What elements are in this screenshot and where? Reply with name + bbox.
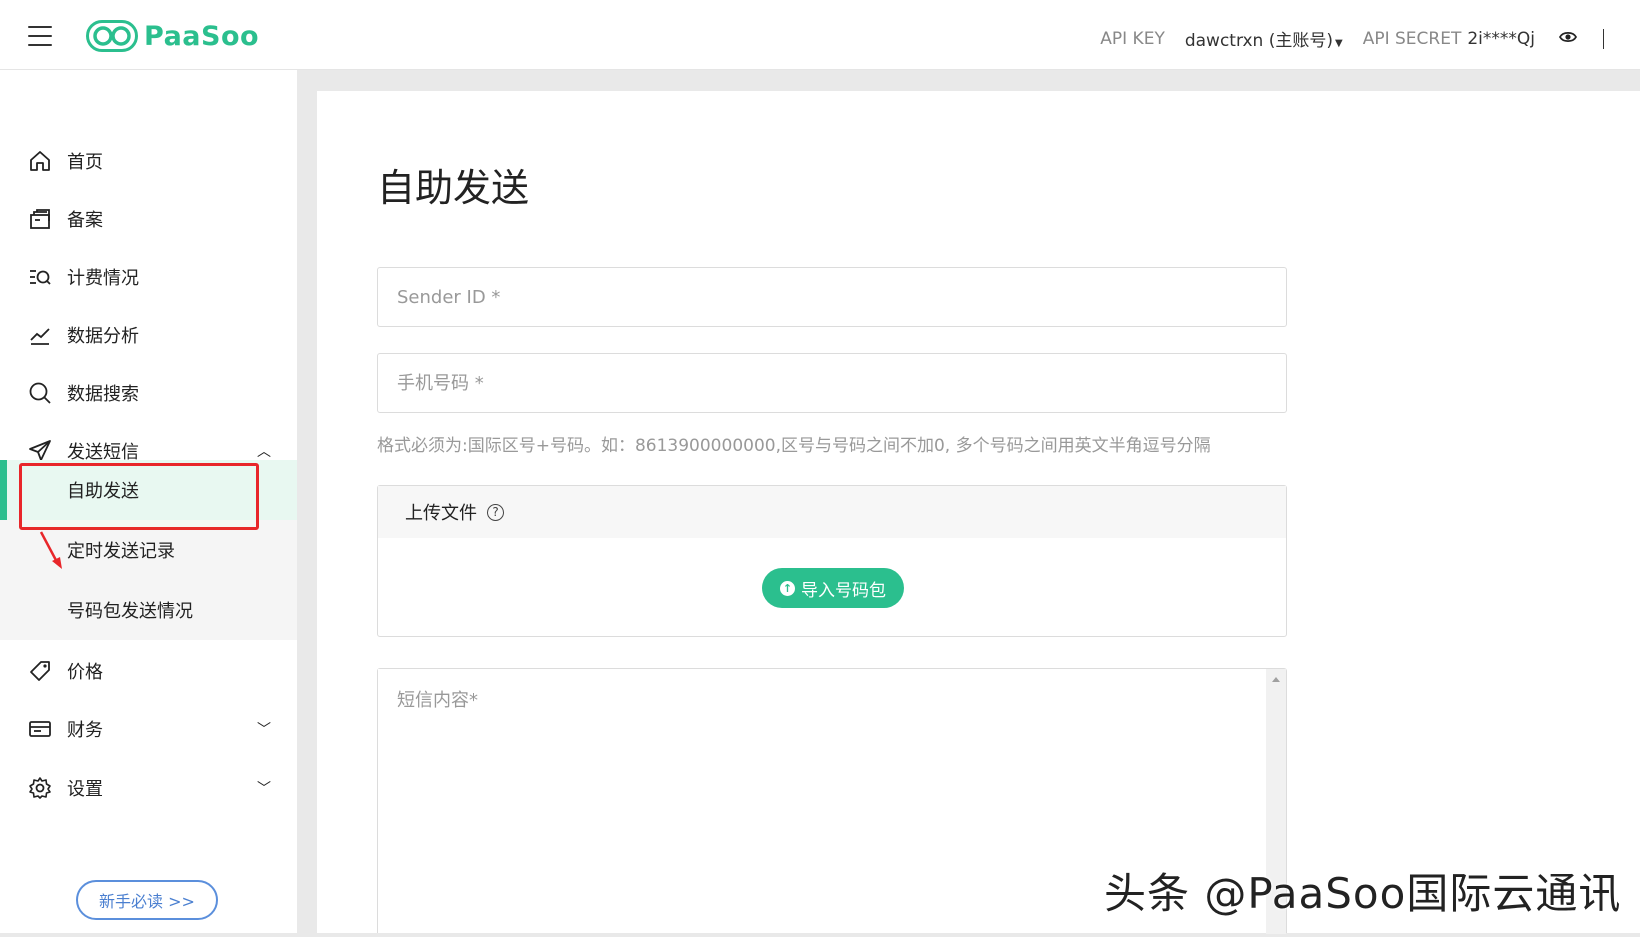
sidebar-item-home[interactable]: 首页 (0, 132, 297, 190)
caret-down-icon: ▼ (1335, 38, 1343, 49)
sidebar-item-label: 价格 (67, 662, 103, 683)
sidebar-item-finance[interactable]: 财务 ﹀ (0, 700, 297, 758)
sidebar-item-data-search[interactable]: 数据搜索 (0, 364, 297, 422)
sidebar-item-price[interactable]: 价格 (0, 642, 297, 700)
api-secret-value: 2i****Qj (1467, 28, 1535, 49)
upload-file-panel: 上传文件 ? ↑ 导入号码包 (377, 485, 1287, 637)
sidebar-item-label: 数据分析 (67, 326, 139, 347)
wallet-icon (27, 716, 53, 742)
price-tag-icon (27, 658, 53, 684)
sidebar-subitem-label: 定时发送记录 (67, 541, 175, 562)
beginner-guide-button[interactable]: 新手必读 >> (76, 880, 218, 920)
upload-file-label: 上传文件 (405, 503, 477, 524)
logo[interactable]: PaaSoo (86, 20, 259, 52)
document-stack-icon (27, 206, 53, 232)
search-icon (27, 380, 53, 406)
import-button-label: 导入号码包 (801, 580, 886, 601)
paasoo-logo-icon (86, 20, 138, 52)
sidebar-subitem-label: 自助发送 (67, 481, 139, 502)
chevron-up-icon: ︿ (257, 444, 271, 460)
gear-icon (27, 775, 53, 801)
api-key-link[interactable]: API KEY (1100, 29, 1165, 49)
sidebar-item-filing[interactable]: 备案 (0, 190, 297, 248)
sender-id-input[interactable] (378, 268, 1286, 326)
sidebar-item-label: 设置 (67, 779, 103, 800)
sidebar-subitem-package-status[interactable]: 号码包发送情况 (0, 580, 297, 640)
api-secret-label: API SECRET (1362, 28, 1462, 49)
import-number-package-button[interactable]: ↑ 导入号码包 (762, 568, 904, 608)
sidebar-item-label: 财务 (67, 720, 103, 741)
phone-number-field[interactable] (377, 353, 1287, 413)
sidebar-item-label: 备案 (67, 210, 103, 231)
annotation-arrow-icon (39, 531, 62, 569)
sender-id-field[interactable] (377, 267, 1287, 327)
phone-format-hint: 格式必须为:国际区号+号码。如：8613900000000,区号与号码之间不加0… (377, 436, 1211, 456)
main-panel: 自助发送 格式必须为:国际区号+号码。如：8613900000000,区号与号码… (317, 91, 1640, 934)
sidebar-item-label: 数据搜索 (67, 384, 139, 405)
phone-number-input[interactable] (378, 354, 1286, 412)
sidebar-subitem-self-send[interactable]: 自助发送 (0, 460, 297, 520)
upload-file-header: 上传文件 ? (378, 486, 1286, 538)
chevron-down-icon: ﹀ (257, 781, 271, 797)
chevron-down-icon: ﹀ (257, 722, 271, 738)
sidebar-item-billing[interactable]: 计费情况 (0, 248, 297, 306)
sidebar-item-analytics[interactable]: 数据分析 (0, 306, 297, 364)
help-icon[interactable]: ? (487, 503, 504, 521)
billing-search-icon (27, 264, 53, 290)
sidebar-item-settings[interactable]: 设置 ﹀ (0, 759, 297, 817)
top-bar: PaaSoo API KEY dawctrxn (主账号) ▼ API SECRE… (0, 0, 1640, 70)
sidebar: 首页 备案 计费情况 数据分析 数据搜索 发送短信 ︿ 自助发送 定时发送记录 … (0, 70, 297, 933)
upload-arrow-icon: ↑ (780, 580, 795, 596)
home-icon (27, 148, 53, 174)
eye-icon[interactable] (1558, 29, 1578, 49)
account-name: dawctrxn (主账号) (1184, 31, 1333, 51)
line-chart-icon (27, 322, 53, 348)
sidebar-item-label: 计费情况 (67, 268, 139, 289)
sidebar-subitem-label: 号码包发送情况 (67, 601, 193, 622)
page-title: 自助发送 (377, 166, 530, 210)
scroll-up-arrow-icon[interactable] (1272, 677, 1280, 682)
logo-text: PaaSoo (144, 20, 260, 52)
account-dropdown[interactable]: dawctrxn (主账号) ▼ (1185, 26, 1343, 51)
sidebar-item-label: 首页 (67, 152, 103, 173)
watermark: 头条 @PaaSoo国际云通讯 (1104, 869, 1622, 918)
divider (1603, 28, 1604, 49)
menu-toggle-icon[interactable] (28, 26, 52, 48)
